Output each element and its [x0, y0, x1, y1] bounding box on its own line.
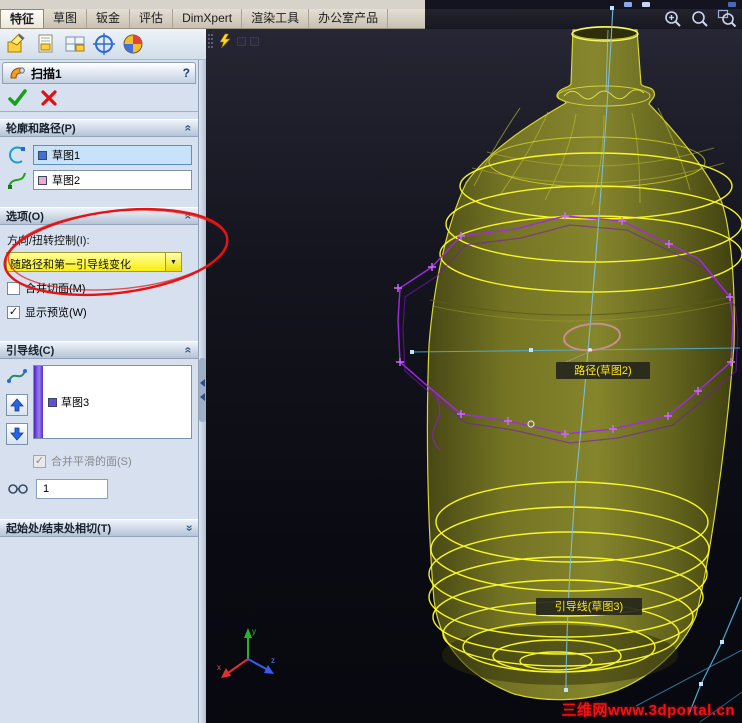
- titlebar-icon: [624, 2, 632, 7]
- tab-render-tools[interactable]: 渲染工具: [242, 9, 310, 28]
- path-icon: [8, 172, 26, 189]
- zoom-area-icon[interactable]: [717, 9, 737, 29]
- show-preview-label: 显示预览(W): [25, 307, 87, 319]
- grid-icon[interactable]: [63, 32, 87, 56]
- target-icon[interactable]: [92, 32, 116, 56]
- arrow-down-icon: [10, 427, 24, 441]
- path-value: 草图2: [52, 175, 81, 187]
- guide-curves-list[interactable]: 草图3: [33, 365, 192, 439]
- section-count-field[interactable]: 1: [36, 479, 108, 499]
- document-icon[interactable]: [34, 32, 58, 56]
- section-options-body: 方向/扭转控制(I): 随路径和第一引导线变化 ▼ ✓ 合并切面(M) ✓ 显示…: [0, 225, 198, 334]
- profile-value: 草图1: [52, 150, 81, 162]
- chevron-up-icon: «: [181, 124, 196, 132]
- feature-title: 扫描1: [31, 66, 62, 81]
- collapse-left-icon: [200, 379, 205, 387]
- cancel-button[interactable]: [39, 88, 59, 108]
- pm-actions: [0, 84, 198, 112]
- tab-evaluate[interactable]: 评估: [130, 9, 174, 28]
- arrow-up-icon: [10, 398, 24, 412]
- sketch-color-swatch: [48, 397, 57, 407]
- zoom-fit-icon[interactable]: [690, 9, 710, 29]
- feature-header: 扫描1 ?: [2, 62, 196, 84]
- sketch-color-swatch: [38, 150, 47, 160]
- section-profile-path-header[interactable]: 轮廓和路径(P) «: [0, 119, 198, 137]
- section-title: 起始处/结束处相切(T): [6, 523, 112, 535]
- sketch-color-swatch: [38, 175, 47, 185]
- toolbar-grip-icon[interactable]: [208, 34, 213, 48]
- section-title: 选项(O): [6, 211, 44, 223]
- section-options-header[interactable]: 选项(O) «: [0, 207, 198, 225]
- view-tools: [663, 9, 737, 29]
- selection-highlight-bar: [34, 366, 43, 438]
- move-up-button[interactable]: [6, 394, 28, 416]
- splitter-handle[interactable]: [199, 358, 206, 422]
- watermark-text: 三维网www.3dportal.cn: [561, 702, 735, 719]
- tab-office-products[interactable]: 办公室产品: [309, 9, 389, 28]
- tab-dimxpert[interactable]: DimXpert: [173, 9, 243, 28]
- titlebar-icon: [642, 2, 650, 7]
- command-toolbar: [0, 29, 206, 60]
- section-tangency-header[interactable]: 起始处/结束处相切(T) «: [0, 519, 198, 537]
- merge-smooth-checkbox[interactable]: ✓ 合并平滑的面(S): [33, 453, 191, 469]
- section-profile-path-body: 草图1 草图2: [0, 137, 198, 200]
- titlebar-icon: [728, 2, 736, 7]
- titlebar-dark-strip: [425, 0, 742, 9]
- floating-tool-icon[interactable]: [217, 33, 233, 49]
- guide-curve-icon: [7, 369, 27, 383]
- chevron-down-icon: «: [181, 524, 196, 532]
- orientation-value: 随路径和第一引导线变化: [10, 259, 131, 271]
- sweep-icon: [10, 67, 25, 79]
- guide-item-label: 草图3: [61, 397, 90, 409]
- tab-sketch[interactable]: 草图: [44, 9, 88, 28]
- section-count-icon: [8, 484, 28, 494]
- path-selection-field[interactable]: 草图2: [33, 170, 192, 190]
- help-button[interactable]: ?: [183, 66, 190, 80]
- color-ball-icon[interactable]: [121, 32, 145, 56]
- merge-tangent-label: 合并切面(M): [25, 283, 86, 295]
- list-item[interactable]: 草图3: [43, 366, 94, 438]
- move-down-button[interactable]: [6, 423, 28, 445]
- chevron-up-icon: «: [181, 212, 196, 220]
- collapse-left-icon: [200, 393, 205, 401]
- section-title: 引导线(C): [6, 345, 55, 357]
- dropdown-arrow-icon[interactable]: ▼: [165, 253, 181, 271]
- section-guide-curves-header[interactable]: 引导线(C) «: [0, 341, 198, 359]
- profile-selection-field[interactable]: 草图1: [33, 145, 192, 165]
- show-preview-checkbox[interactable]: ✓ 显示预览(W): [7, 304, 191, 320]
- tab-features[interactable]: 特征: [0, 9, 45, 28]
- merge-tangent-checkbox[interactable]: ✓ 合并切面(M): [7, 280, 191, 296]
- graphics-area[interactable]: [206, 29, 742, 723]
- commandmanager-tabs: 特征 草图 钣金 评估 DimXpert 渲染工具 办公室产品: [0, 9, 425, 29]
- panel-splitter[interactable]: [199, 60, 206, 723]
- floating-toolbar[interactable]: [208, 31, 259, 51]
- ok-button[interactable]: [7, 87, 29, 109]
- property-manager: 扫描1 ? 轮廓和路径(P) « 草图1 草图2 选项(O) « 方向/扭转控制…: [0, 60, 199, 723]
- titlebar-strip: [0, 0, 742, 9]
- toolbar-button-icon[interactable]: [250, 36, 259, 46]
- profile-icon: [9, 146, 25, 164]
- tab-sheet-metal[interactable]: 钣金: [87, 9, 131, 28]
- solidworks-window: { "tabs": ["特征", "草图", "钣金", "评估", "DimX…: [0, 0, 742, 723]
- yellow-tool-icon[interactable]: [5, 32, 29, 56]
- section-guide-curves-body: 草图3 ✓ 合并平滑的面(S) 1: [0, 359, 198, 507]
- merge-smooth-label: 合并平滑的面(S): [51, 456, 132, 468]
- orientation-dropdown[interactable]: 随路径和第一引导线变化 ▼: [6, 252, 182, 272]
- section-count-value: 1: [43, 483, 50, 495]
- section-title: 轮廓和路径(P): [6, 123, 76, 135]
- zoom-in-icon[interactable]: [663, 9, 683, 29]
- toolbar-button-icon[interactable]: [237, 36, 246, 46]
- orientation-label: 方向/扭转控制(I):: [7, 235, 90, 247]
- chevron-up-icon: «: [181, 346, 196, 354]
